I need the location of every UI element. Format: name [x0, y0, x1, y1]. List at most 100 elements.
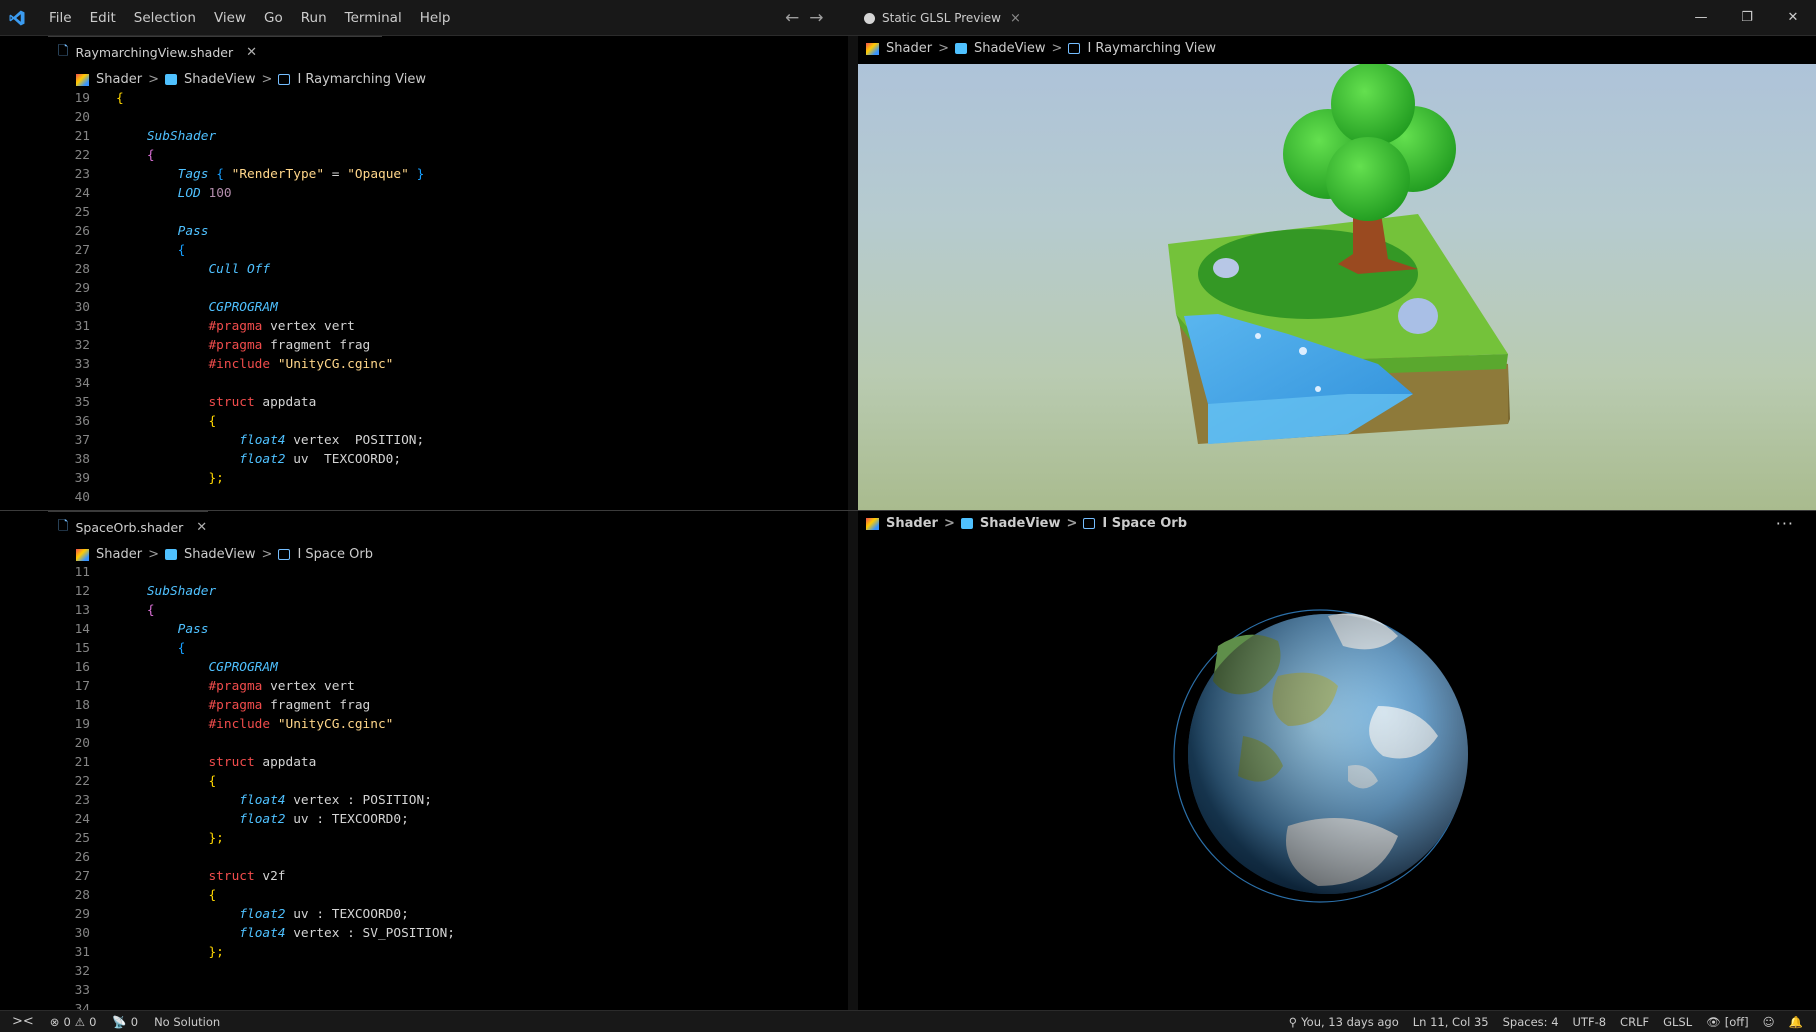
code-line[interactable]: 29 float2 uv : TEXCOORD0; [48, 905, 455, 924]
notifications-bell-icon[interactable]: 🔔 [1782, 1015, 1810, 1029]
split-divider-horizontal[interactable] [0, 510, 1816, 511]
code-line[interactable]: 26 [48, 848, 455, 867]
menu-selection[interactable]: Selection [125, 10, 205, 26]
code-line[interactable]: 22 { [48, 772, 455, 791]
code-line[interactable]: 25 [48, 203, 424, 222]
code-line[interactable]: 20 [48, 108, 424, 127]
remote-indicator-icon[interactable]: >< [0, 1014, 42, 1029]
code-line[interactable]: 28 Cull Off [48, 260, 424, 279]
menu-edit[interactable]: Edit [81, 10, 125, 26]
tab-raymarching-view[interactable]: 🗋 RaymarchingView.shader ✕ [48, 36, 382, 68]
code-line[interactable]: 11 [48, 563, 455, 582]
breadcrumb-item[interactable]: Shader [886, 516, 938, 531]
code-line[interactable]: 33 #include "UnityCG.cginc" [48, 355, 424, 374]
breadcrumb-item[interactable]: I Space Orb [297, 547, 373, 562]
code-line[interactable]: 26 Pass [48, 222, 424, 241]
code-line[interactable]: 40 [48, 488, 424, 507]
code-line[interactable]: 34 [48, 1000, 455, 1010]
code-line[interactable]: 13 { [48, 601, 455, 620]
code-line[interactable]: 27 struct v2f [48, 867, 455, 886]
git-blame-status[interactable]: ⚲ You, 13 days ago [1282, 1015, 1406, 1029]
code-line[interactable]: 29 [48, 279, 424, 298]
menu-view[interactable]: View [205, 10, 255, 26]
preview-tab-close-icon[interactable]: × [1010, 11, 1021, 26]
minimize-button[interactable]: — [1678, 0, 1724, 36]
code-line[interactable]: 16 CGPROGRAM [48, 658, 455, 677]
code-line[interactable]: 32 #pragma fragment frag [48, 336, 424, 355]
encoding[interactable]: UTF-8 [1566, 1015, 1614, 1029]
code-line[interactable]: 27 { [48, 241, 424, 260]
code-token: { [208, 774, 217, 789]
ports-indicator[interactable]: 📡 0 [104, 1015, 146, 1029]
breadcrumb-item[interactable]: ShadeView [184, 547, 256, 562]
menu-go[interactable]: Go [255, 10, 292, 26]
code-line[interactable]: 28 { [48, 886, 455, 905]
code-line[interactable]: 23 float4 vertex : POSITION; [48, 791, 455, 810]
code-line[interactable]: 32 [48, 962, 455, 981]
split-divider-vertical[interactable] [848, 36, 858, 1010]
code-line[interactable]: 17 #pragma vertex vert [48, 677, 455, 696]
feedback-icon[interactable]: ☺ [1756, 1015, 1782, 1029]
end-of-line[interactable]: CRLF [1613, 1015, 1656, 1029]
back-arrow-icon[interactable]: ← [785, 8, 799, 28]
language-mode[interactable]: GLSL [1656, 1015, 1699, 1029]
raymarching-preview[interactable] [858, 64, 1816, 510]
breadcrumb-item[interactable]: Shader [886, 41, 932, 56]
menu-terminal[interactable]: Terminal [336, 10, 411, 26]
code-token: #include [208, 717, 271, 732]
breadcrumb-item[interactable]: ShadeView [974, 41, 1046, 56]
code-line[interactable]: 31 #pragma vertex vert [48, 317, 424, 336]
preview-tab[interactable]: Static GLSL Preview × [864, 0, 1021, 36]
tab-close-icon[interactable]: ✕ [196, 520, 207, 535]
menu-file[interactable]: File [40, 10, 81, 26]
code-line[interactable]: 21 struct appdata [48, 753, 455, 772]
forward-arrow-icon[interactable]: → [809, 8, 823, 28]
problems-indicator[interactable]: ⊗ 0 ⚠ 0 [42, 1015, 105, 1029]
code-line[interactable]: 39 }; [48, 469, 424, 488]
code-line[interactable]: 31 }; [48, 943, 455, 962]
breadcrumb-item[interactable]: ShadeView [184, 72, 256, 87]
code-line[interactable]: 30 CGPROGRAM [48, 298, 424, 317]
breadcrumb-item[interactable]: Shader [96, 72, 142, 87]
tab-space-orb[interactable]: 🗋 SpaceOrb.shader ✕ [48, 511, 208, 543]
preview-toggle[interactable]: 👁 [off] [1699, 1015, 1756, 1029]
breadcrumb-item[interactable]: ShadeView [980, 516, 1061, 531]
cursor-position[interactable]: Ln 11, Col 35 [1406, 1015, 1496, 1029]
code-line[interactable]: 30 float4 vertex : SV_POSITION; [48, 924, 455, 943]
code-line[interactable]: 34 [48, 374, 424, 393]
file-icon: 🗋 [58, 43, 69, 59]
space-orb-preview[interactable] [858, 536, 1816, 1010]
code-line[interactable]: 19 { [48, 89, 424, 108]
code-line[interactable]: 12 SubShader [48, 582, 455, 601]
code-line[interactable]: 33 [48, 981, 455, 1000]
more-actions-icon[interactable]: ··· [1776, 514, 1794, 533]
code-line[interactable]: 19 #include "UnityCG.cginc" [48, 715, 455, 734]
breadcrumb-item[interactable]: Shader [96, 547, 142, 562]
code-line[interactable]: 38 float2 uv TEXCOORD0; [48, 450, 424, 469]
close-window-button[interactable]: ✕ [1770, 0, 1816, 36]
code-line[interactable]: 15 { [48, 639, 455, 658]
breadcrumb-item[interactable]: I Raymarching View [297, 72, 426, 87]
code-line[interactable]: 22 { [48, 146, 424, 165]
restore-button[interactable]: ❐ [1724, 0, 1770, 36]
code-line[interactable]: 35 struct appdata [48, 393, 424, 412]
menu-help[interactable]: Help [411, 10, 460, 26]
code-line[interactable]: 21 SubShader [48, 127, 424, 146]
code-editor-top[interactable]: 19{20 21 SubShader 22 {23 Tags { "RenderTy… [48, 89, 425, 510]
code-line[interactable]: 37 float4 vertex POSITION; [48, 431, 425, 450]
code-line[interactable]: 23 Tags { "RenderType" = "Opaque" } [48, 165, 425, 184]
code-line[interactable]: 20 [48, 734, 455, 753]
menu-run[interactable]: Run [292, 10, 336, 26]
tab-close-icon[interactable]: ✕ [246, 45, 257, 60]
breadcrumb-item[interactable]: I Raymarching View [1087, 41, 1216, 56]
code-line[interactable]: 36 { [48, 412, 424, 431]
code-editor-bottom[interactable]: 11 12 SubShader 13 {14 Pass 15 {16 CGPROGRA… [48, 563, 455, 1010]
code-line[interactable]: 18 #pragma fragment frag [48, 696, 455, 715]
solution-status[interactable]: No Solution [146, 1015, 228, 1029]
breadcrumb-item[interactable]: I Space Orb [1102, 516, 1187, 531]
indentation[interactable]: Spaces: 4 [1496, 1015, 1566, 1029]
code-line[interactable]: 14 Pass [48, 620, 455, 639]
code-line[interactable]: 24 LOD 100 [48, 184, 424, 203]
code-line[interactable]: 24 float2 uv : TEXCOORD0; [48, 810, 455, 829]
code-line[interactable]: 25 }; [48, 829, 455, 848]
